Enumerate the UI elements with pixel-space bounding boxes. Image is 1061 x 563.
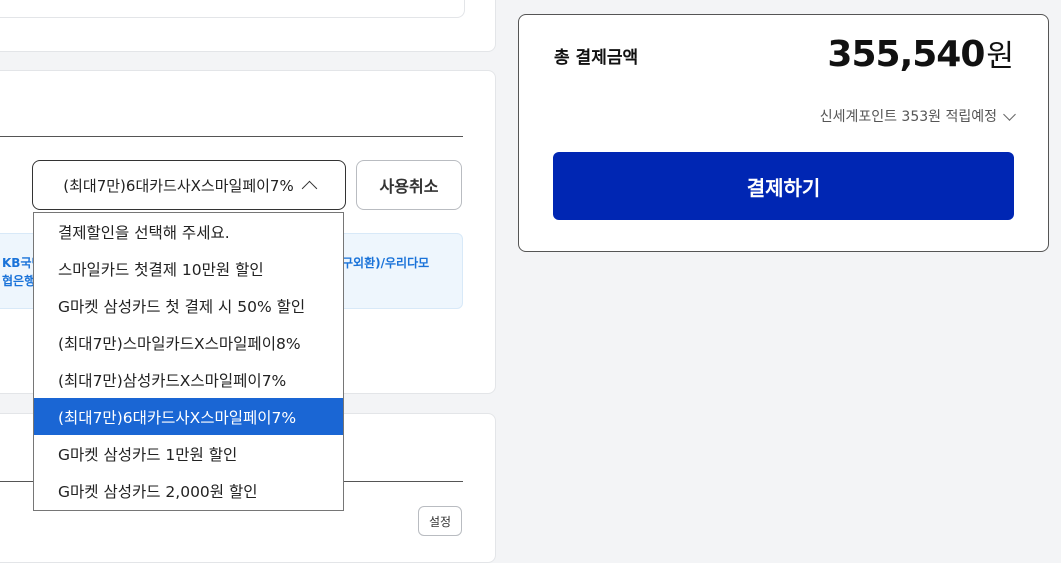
discount-option[interactable]: G마켓 삼성카드 첫 결제 시 50% 할인 xyxy=(34,287,343,324)
discount-select-value: (최대7만)6대카드사X스마일페이7% xyxy=(63,176,294,195)
section-divider xyxy=(0,136,463,137)
discount-option[interactable]: (최대7만)삼성카드X스마일페이7% xyxy=(34,361,343,398)
card-info-text-right: 구외환)/우리다모 xyxy=(342,256,430,270)
discount-options-list: 결제할인을 선택해 주세요. 스마일카드 첫결제 10만원 할인 G마켓 삼성카… xyxy=(33,212,344,511)
total-amount-unit: 원 xyxy=(986,39,1014,74)
previous-section-panel xyxy=(0,0,496,52)
chevron-up-icon xyxy=(301,180,318,196)
discount-option[interactable]: 결제할인을 선택해 주세요. xyxy=(34,213,343,250)
cancel-discount-button[interactable]: 사용취소 xyxy=(356,160,462,210)
total-amount-value: 355,540 xyxy=(827,34,985,75)
chevron-down-icon xyxy=(1003,107,1016,121)
discount-select[interactable]: (최대7만)6대카드사X스마일페이7% xyxy=(32,160,346,210)
discount-option[interactable]: G마켓 삼성카드 2,000원 할인 xyxy=(34,472,343,509)
pay-button[interactable]: 결제하기 xyxy=(553,152,1014,220)
setting-button[interactable]: 설정 xyxy=(418,506,462,536)
discount-option-selected[interactable]: (최대7만)6대카드사X스마일페이7% xyxy=(34,398,343,435)
points-text: 신세계포인트 353원 적립예정 xyxy=(819,109,997,125)
previous-section-box xyxy=(0,0,465,18)
card-info-text-left-2: 협은행 xyxy=(2,274,36,288)
discount-option[interactable]: 스마일카드 첫결제 10만원 할인 xyxy=(34,250,343,287)
total-amount: 355,540 원 xyxy=(827,31,1014,75)
payment-summary-card: 총 결제금액 355,540 원 신세계포인트 353원 적립예정 결제하기 xyxy=(518,14,1049,252)
total-amount-label: 총 결제금액 xyxy=(554,48,639,68)
points-toggle[interactable]: 신세계포인트 353원 적립예정 xyxy=(819,106,1016,126)
discount-option[interactable]: G마켓 삼성카드 1만원 할인 xyxy=(34,435,343,472)
discount-option[interactable]: (최대7만)스마일카드X스마일페이8% xyxy=(34,324,343,361)
